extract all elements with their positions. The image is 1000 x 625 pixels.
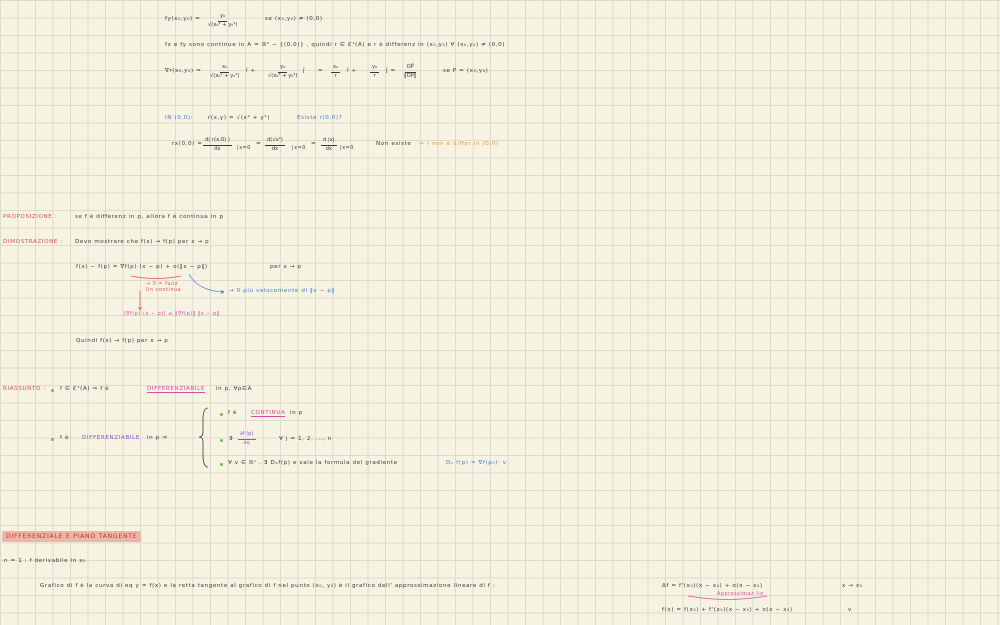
gradient-formula: Dᵥ f(p) = ∇f(p₀)· v bbox=[446, 460, 507, 466]
limit-arrow: x → x₀ bbox=[842, 583, 863, 589]
note-pink: |∇f(p)·(x − p)| ≤ ‖∇f(p)‖ ‖x − p‖ bbox=[124, 312, 220, 317]
summary-line-1a: f ∈ ℭ¹(A) ⇒ f è bbox=[60, 386, 110, 392]
branch-1a: f è bbox=[228, 410, 237, 416]
partial-derivative-frac: ∂f (p) ∂xⱼ bbox=[238, 431, 256, 447]
partial-num: ∂f (p) bbox=[238, 431, 256, 440]
fx-line: f(x) = f(x₀) + f'(x₀)(x − x₀) + o(x − x₀… bbox=[662, 607, 793, 613]
bullet-dot bbox=[220, 413, 223, 416]
grafico-line: Grafico di f è la curva di eq y = f(x) e… bbox=[40, 583, 496, 589]
bullet-dot bbox=[51, 438, 54, 441]
bullet-dot bbox=[51, 389, 54, 392]
differentiable-word: DIFFERENZIABILE bbox=[147, 386, 205, 393]
branch-2a: ∃ bbox=[229, 436, 234, 442]
partial-den: ∂xⱼ bbox=[243, 440, 251, 447]
summary-main-b: in p ⇒ bbox=[147, 435, 168, 441]
summary-main-a: f è bbox=[60, 435, 69, 441]
summary-label: RIASSUNTO : bbox=[3, 386, 46, 392]
proof-line-3: Quindi f(x) → f(p) per x → p bbox=[76, 338, 169, 344]
branch-1-continua: CONTINUA bbox=[251, 410, 286, 417]
approx-label: Approssimaz lin bbox=[717, 592, 764, 597]
branch-2b: ∀ j = 1, 2, ..., n bbox=[279, 436, 332, 442]
branch-3a: ∀ v ∈ ℝⁿ , ∃ Dᵥf(p) e vale la formula de… bbox=[228, 460, 398, 466]
continua-word: CONTINUA bbox=[251, 410, 286, 417]
tail-mark: ν bbox=[848, 607, 852, 613]
summary-line-1-differentiable: DIFFERENZIABILE bbox=[147, 386, 205, 393]
section-title: DIFFERENZIALE E PIANO TANGENTE bbox=[2, 531, 142, 542]
bullet-dot bbox=[220, 463, 223, 466]
bullet-dot bbox=[220, 439, 223, 442]
branch-1b: in p bbox=[290, 410, 303, 416]
note-red-2: lin continua bbox=[146, 288, 182, 293]
case-n1: n = 1 : f derivabile in x₀ bbox=[4, 558, 87, 564]
note-blue: → 0 più velocemente di ‖x − p‖ bbox=[229, 288, 335, 294]
summary-main-differentiable: DIFFERENZIABILE bbox=[82, 435, 140, 441]
summary-line-1b: in p, ∀p∈A bbox=[216, 386, 253, 392]
delta-f-line: Δf = f'(x₀)(x − x₀) + o(x − x₀) bbox=[662, 583, 763, 589]
